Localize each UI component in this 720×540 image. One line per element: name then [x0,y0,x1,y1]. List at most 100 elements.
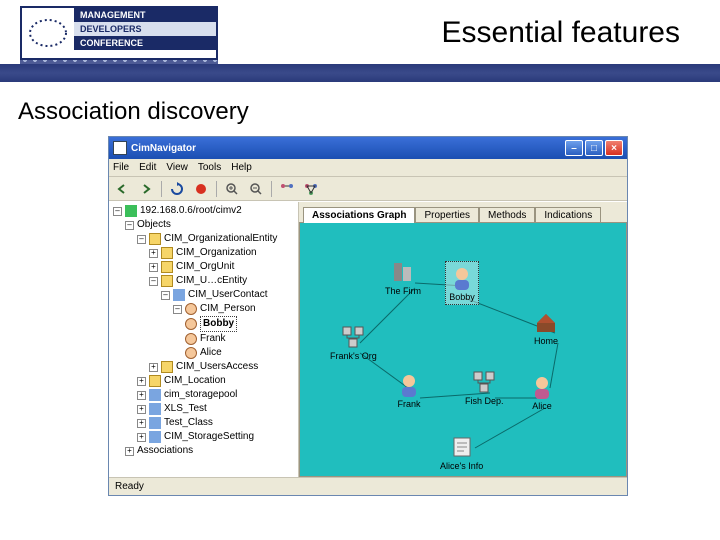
class-icon [173,289,185,301]
graph-node-alicesinfo[interactable]: Alice's Info [440,433,483,471]
person-icon [528,373,556,401]
tree-associations[interactable]: +Associations [111,444,296,458]
tree-objects[interactable]: –Objects [111,218,296,232]
node-label: Home [534,336,558,346]
close-button[interactable]: × [605,140,623,156]
stop-icon[interactable] [192,180,210,198]
info-icon [448,433,476,461]
folder-icon [161,261,173,273]
forward-icon[interactable] [137,180,155,198]
node-label: Alice's Info [440,461,483,471]
tree-item[interactable]: –CIM_Person [111,302,296,316]
titlebar[interactable]: ◧ CimNavigator – □ × [109,137,627,159]
tree-item[interactable]: +CIM_Organization [111,246,296,260]
header-banner [0,64,720,82]
tree-panel[interactable]: –192.168.0.6/root/cimv2 –Objects –CIM_Or… [109,202,299,477]
class-icon [149,417,161,429]
toolbar [109,177,627,201]
node-label: Fish Dep. [465,396,504,406]
slide-title: Essential features [442,16,680,50]
node-label: Frank [397,399,420,409]
graph-node-home[interactable]: Home [532,308,560,346]
tree-label: CIM_OrganizationalEntity [164,232,277,246]
node-label: Alice [532,401,552,411]
tree-item[interactable]: –CIM_UserContact [111,288,296,302]
person-icon [185,303,197,315]
tree-item-bobby[interactable]: Bobby [111,316,296,332]
associations-icon[interactable] [278,180,296,198]
minimize-button[interactable]: – [565,140,583,156]
maximize-button[interactable]: □ [585,140,603,156]
tree-label: CIM_StorageSetting [164,430,254,444]
tree-item[interactable]: +CIM_StorageSetting [111,430,296,444]
refresh-icon[interactable] [168,180,186,198]
menu-help[interactable]: Help [231,162,252,173]
graph-node-alice[interactable]: Alice [528,373,556,411]
tab-methods[interactable]: Methods [479,207,535,223]
folder-icon [149,233,161,245]
tree-item[interactable]: –CIM_OrganizationalEntity [111,232,296,246]
folder-icon [149,375,161,387]
tab-associations-graph[interactable]: Associations Graph [303,207,415,223]
graph-node-frank[interactable]: Frank [395,371,423,409]
tree-root-label: 192.168.0.6/root/cimv2 [140,204,242,218]
menu-tools[interactable]: Tools [198,162,221,173]
tree-label: Associations [137,444,193,458]
tree-item[interactable]: +CIM_UsersAccess [111,360,296,374]
tree-label: Test_Class [164,416,213,430]
tree-label: XLS_Test [164,402,207,416]
back-icon[interactable] [113,180,131,198]
tree-root[interactable]: –192.168.0.6/root/cimv2 [111,204,296,218]
tree-item[interactable]: +CIM_Location [111,374,296,388]
person-icon [185,347,197,359]
graph-icon[interactable] [302,180,320,198]
tree-item[interactable]: +XLS_Test [111,402,296,416]
building-icon [389,258,417,286]
logo-line-1: MANAGEMENT [74,8,216,22]
tree-item[interactable]: –CIM_U…cEntity [111,274,296,288]
org-icon [339,323,367,351]
menu-edit[interactable]: Edit [139,162,156,173]
person-icon [448,264,476,292]
tree-label: Bobby [200,316,237,332]
tree-item[interactable]: +Test_Class [111,416,296,430]
class-icon [149,403,161,415]
slide-header: MANAGEMENT DEVELOPERS CONFERENCE Essenti… [0,0,720,82]
graph-node-bobby[interactable]: Bobby [445,261,479,305]
tab-properties[interactable]: Properties [415,207,479,223]
menu-file[interactable]: File [113,162,129,173]
node-label: Frank's Org [330,351,377,361]
status-text: Ready [115,481,144,492]
graph-node-franksorg[interactable]: Frank's Org [330,323,377,361]
graph-node-fishdep[interactable]: Fish Dep. [465,368,504,406]
slide-subtitle: Association discovery [18,98,249,126]
class-icon [149,389,161,401]
associations-graph[interactable]: The Firm Bobby Home Frank's Org Frank [299,222,627,477]
tabs: Associations Graph Properties Methods In… [299,202,627,222]
toolbar-separator [216,181,217,197]
tree-label: CIM_UsersAccess [176,360,258,374]
app-icon: ◧ [113,141,127,155]
toolbar-separator [271,181,272,197]
tab-indications[interactable]: Indications [535,207,601,223]
tree-item[interactable]: +CIM_OrgUnit [111,260,296,274]
menu-view[interactable]: View [166,162,188,173]
folder-icon [161,247,173,259]
folder-icon [161,275,173,287]
zoom-out-icon[interactable] [247,180,265,198]
tree-item-alice[interactable]: Alice [111,346,296,360]
person-icon [395,371,423,399]
right-pane: Associations Graph Properties Methods In… [299,202,627,477]
zoom-in-icon[interactable] [223,180,241,198]
folder-icon [161,361,173,373]
tree-label: Frank [200,332,226,346]
graph-node-thefirm[interactable]: The Firm [385,258,421,296]
tree-item[interactable]: +cim_storagepool [111,388,296,402]
tree-label: CIM_UserContact [188,288,267,302]
node-label: Bobby [449,292,475,302]
tree-label: CIM_OrgUnit [176,260,234,274]
tree-item-frank[interactable]: Frank [111,332,296,346]
status-bar: Ready [109,477,627,495]
node-label: The Firm [385,286,421,296]
workspace: –192.168.0.6/root/cimv2 –Objects –CIM_Or… [109,201,627,477]
